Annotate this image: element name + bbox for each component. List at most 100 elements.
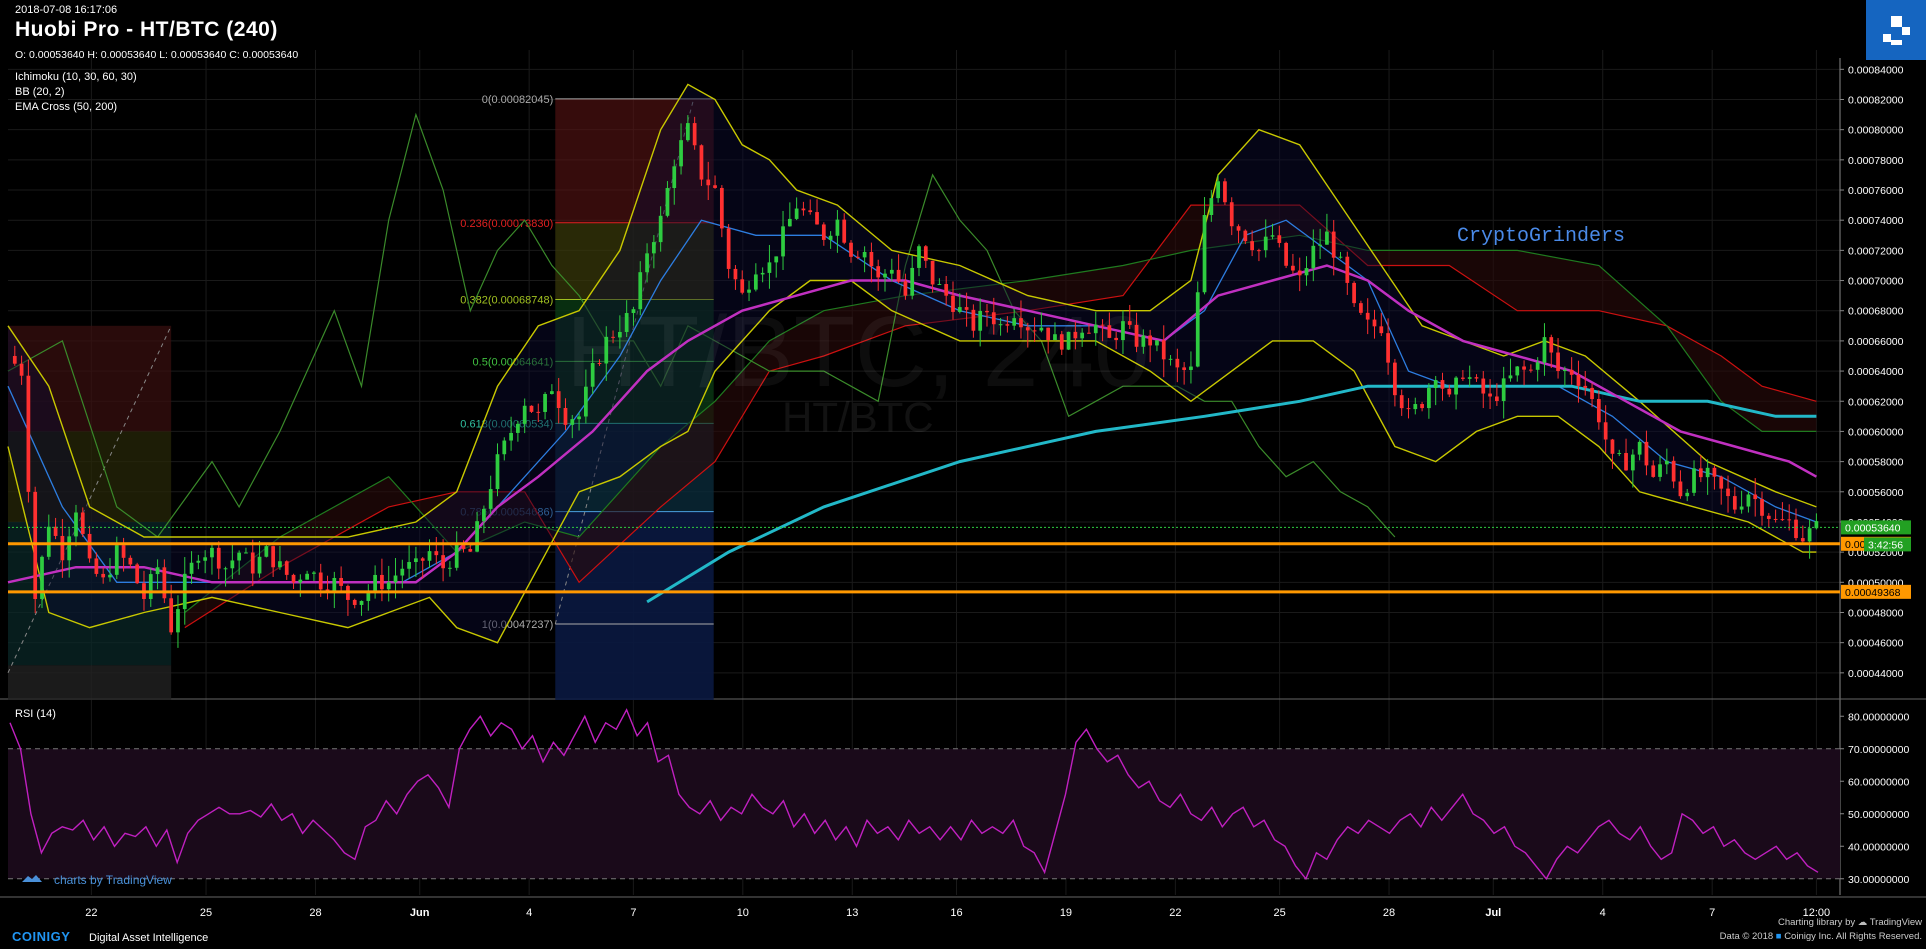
candle-body <box>1202 214 1207 293</box>
candle-body <box>923 246 928 261</box>
candle-body <box>1569 369 1574 375</box>
candle-body <box>1093 324 1098 334</box>
chart-title: Huobi Pro - HT/BTC (240) <box>15 18 278 41</box>
candle-body <box>1345 256 1350 283</box>
credit-charting: Charting library by <box>1778 917 1856 928</box>
candle-body <box>951 295 955 312</box>
candle-body <box>550 391 554 395</box>
candle-body <box>1461 377 1465 379</box>
candle-body <box>1250 241 1254 251</box>
candle-body <box>903 281 908 296</box>
candle-body <box>1542 337 1547 363</box>
candle-body <box>1379 326 1384 334</box>
y-tick-label: 0.00062000 <box>1848 396 1904 408</box>
candle-body <box>373 574 377 591</box>
y-tick-label: 0.00082000 <box>1848 94 1904 106</box>
indicator-bollinger[interactable]: BB (20, 2) <box>15 86 65 98</box>
coinigy-tagline: Digital Asset Intelligence <box>89 932 209 944</box>
candle-body <box>1311 245 1316 269</box>
candle-body <box>1427 388 1431 409</box>
candle-body <box>1651 465 1656 477</box>
x-tick-label: 22 <box>85 907 97 919</box>
candle-body <box>1794 519 1798 539</box>
candle-body <box>1107 325 1112 338</box>
candle-body <box>94 558 99 574</box>
candle-body <box>1182 367 1187 370</box>
candle-body <box>1005 324 1010 326</box>
candle-body <box>1066 331 1071 350</box>
candle-body <box>597 363 602 365</box>
candle-body <box>1603 422 1608 440</box>
candle-body <box>454 543 459 568</box>
indicator-ichimoku[interactable]: Ichimoku (10, 30, 60, 30) <box>15 71 137 83</box>
candle-body <box>760 272 765 275</box>
candle-body <box>427 551 432 561</box>
candle-body <box>1359 303 1363 313</box>
x-tick-label: 28 <box>1383 907 1395 919</box>
candle-body <box>753 274 758 290</box>
rsi-tick-label: 30.00000000 <box>1848 874 1909 886</box>
countdown-label: 3:42:56 <box>1868 539 1903 551</box>
credit-tradingview[interactable]: TradingView <box>1870 917 1922 928</box>
candle-body <box>1039 327 1044 331</box>
candle-body <box>713 185 717 188</box>
candle-body <box>862 251 867 258</box>
candle-body <box>33 491 38 600</box>
candle-body <box>692 123 697 146</box>
candle-body <box>1726 488 1730 497</box>
indicator-ema-cross[interactable]: EMA Cross (50, 200) <box>15 101 117 113</box>
candle-body <box>747 289 751 293</box>
candle-body <box>291 574 296 583</box>
candle-body <box>495 454 500 490</box>
candle-body <box>1046 327 1051 340</box>
candle-body <box>1141 335 1146 347</box>
candle-body <box>1447 388 1452 395</box>
candle-body <box>1406 408 1411 410</box>
x-tick-label: 13 <box>846 907 858 919</box>
fib-level-label: 0.236(0.00073830) <box>460 218 553 230</box>
candle-body <box>339 577 343 586</box>
candle-body <box>60 535 65 561</box>
candle-body <box>917 246 921 268</box>
candle-body <box>645 253 649 273</box>
candle-body <box>896 269 901 282</box>
candle-body <box>1637 441 1642 455</box>
candle-body <box>1698 468 1703 478</box>
candle-body <box>1746 494 1751 507</box>
candle-body <box>87 533 92 559</box>
candle-body <box>1712 467 1717 477</box>
candle-body <box>1155 340 1159 346</box>
candle-body <box>210 547 214 558</box>
ohlc-readout: O: 0.00053640 H: 0.00053640 L: 0.0005364… <box>15 49 299 61</box>
candle-body <box>889 269 894 274</box>
candle-body <box>162 567 167 599</box>
candle-body <box>1488 393 1492 397</box>
x-tick-label: 10 <box>737 907 749 919</box>
candle-body <box>1528 369 1533 371</box>
candle-body <box>1134 324 1139 347</box>
candle-body <box>488 489 493 509</box>
support-price-label: 0.00049368 <box>1845 587 1901 599</box>
candle-body <box>1664 460 1669 465</box>
candle-body <box>250 552 255 574</box>
candle-body <box>1692 468 1696 493</box>
candle-body <box>1807 528 1812 542</box>
candle-body <box>509 432 513 441</box>
candle-body <box>1624 453 1628 471</box>
candle-body <box>74 512 78 537</box>
candle-body <box>1304 268 1309 276</box>
y-tick-label: 0.00058000 <box>1848 457 1904 469</box>
candle-body <box>1739 506 1744 510</box>
candle-body <box>1658 464 1662 477</box>
x-tick-label: 25 <box>200 907 212 919</box>
y-tick-label: 0.00076000 <box>1848 185 1904 197</box>
app-logo-icon[interactable] <box>1866 0 1926 60</box>
candle-body <box>556 391 561 409</box>
candle-body <box>1331 231 1336 258</box>
y-tick-label: 0.00080000 <box>1848 125 1904 137</box>
candle-body <box>332 577 337 592</box>
credit-coinigy[interactable]: Coinigy Inc. All Rights Reserved. <box>1784 931 1922 942</box>
candle-body <box>1535 362 1540 370</box>
candle-body <box>359 600 364 605</box>
candle-body <box>1753 494 1758 500</box>
